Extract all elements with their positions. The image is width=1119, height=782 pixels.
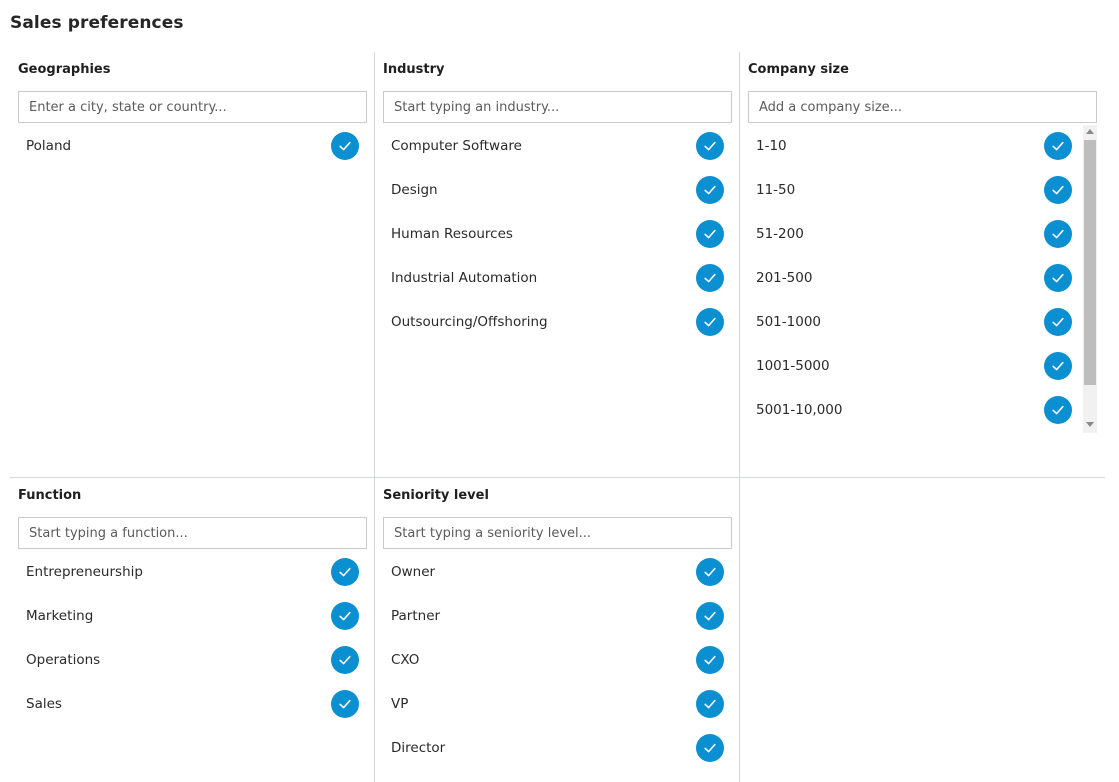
selected-check-icon[interactable]	[1044, 220, 1072, 248]
selected-check-icon[interactable]	[331, 602, 359, 630]
scrollbar-thumb[interactable]	[1084, 140, 1096, 385]
list-item[interactable]: Entrepreneurship	[18, 550, 367, 594]
geographies-list: Poland	[18, 124, 367, 168]
selected-check-icon[interactable]	[696, 308, 724, 336]
list-item-label: 501-1000	[756, 314, 821, 330]
list-item-label: Sales	[26, 696, 62, 712]
list-item-label: 1001-5000	[756, 358, 830, 374]
list-item-label: Owner	[391, 564, 436, 580]
selected-check-icon[interactable]	[696, 734, 724, 762]
seniority-list: Owner Partner CXO VP Director	[383, 550, 732, 770]
list-item[interactable]: 1001-5000	[748, 344, 1080, 388]
selected-check-icon[interactable]	[696, 176, 724, 204]
list-item[interactable]: 501-1000	[748, 300, 1080, 344]
industry-panel: Industry Computer Software Design Human Re…	[375, 52, 739, 477]
list-item-label: Director	[391, 740, 446, 756]
list-item-label: Operations	[26, 652, 101, 668]
list-item[interactable]: Partner	[383, 594, 732, 638]
selected-check-icon[interactable]	[1044, 176, 1072, 204]
list-item[interactable]: Design	[383, 168, 732, 212]
list-item-label: Entrepreneurship	[26, 564, 143, 580]
industry-title: Industry	[383, 62, 445, 77]
list-item[interactable]: 201-500	[748, 256, 1080, 300]
list-item[interactable]: Operations	[18, 638, 367, 682]
selected-check-icon[interactable]	[331, 646, 359, 674]
geographies-panel: Geographies Poland	[10, 52, 374, 477]
scroll-down-arrow-icon[interactable]	[1083, 418, 1097, 430]
list-item-label: Computer Software	[391, 138, 522, 154]
list-item-label: 11-50	[756, 182, 796, 198]
list-item[interactable]: 5001-10,000	[748, 388, 1080, 432]
selected-check-icon[interactable]	[1044, 396, 1072, 424]
list-item-label: Poland	[26, 138, 72, 154]
list-item[interactable]: CXO	[383, 638, 732, 682]
list-item[interactable]: VP	[383, 682, 732, 726]
list-item-label: 5001-10,000	[756, 402, 843, 418]
list-item-label: Partner	[391, 608, 441, 624]
list-item-label: 201-500	[756, 270, 813, 286]
preferences-grid: Geographies Poland Industry Computer Sof…	[10, 52, 1105, 782]
scroll-up-arrow-icon[interactable]	[1083, 125, 1097, 137]
seniority-search-input[interactable]	[383, 517, 732, 549]
company-size-scrollbar[interactable]	[1083, 125, 1097, 433]
company-size-panel: Company size 1-10 11-50 51-200 201-500 501-1…	[740, 52, 1105, 477]
selected-check-icon[interactable]	[1044, 308, 1072, 336]
function-title: Function	[18, 488, 82, 503]
selected-check-icon[interactable]	[696, 558, 724, 586]
function-search-input[interactable]	[18, 517, 367, 549]
list-item[interactable]: Computer Software	[383, 124, 732, 168]
list-item[interactable]: Industrial Automation	[383, 256, 732, 300]
page-title: Sales preferences	[10, 13, 184, 33]
list-item-label: CXO	[391, 652, 420, 668]
selected-check-icon[interactable]	[331, 132, 359, 160]
selected-check-icon[interactable]	[331, 558, 359, 586]
company-size-title: Company size	[748, 62, 849, 77]
list-item-label: Industrial Automation	[391, 270, 538, 286]
selected-check-icon[interactable]	[696, 132, 724, 160]
selected-check-icon[interactable]	[696, 602, 724, 630]
selected-check-icon[interactable]	[1044, 352, 1072, 380]
function-panel: Function Entrepreneurship Marketing Operat…	[10, 478, 374, 782]
selected-check-icon[interactable]	[1044, 264, 1072, 292]
list-item-label: 1-10	[756, 138, 787, 154]
seniority-title: Seniority level	[383, 488, 489, 503]
list-item[interactable]: Human Resources	[383, 212, 732, 256]
list-item-label: VP	[391, 696, 409, 712]
industry-list: Computer Software Design Human Resources In…	[383, 124, 732, 344]
industry-search-input[interactable]	[383, 91, 732, 123]
selected-check-icon[interactable]	[1044, 132, 1072, 160]
company-size-list: 1-10 11-50 51-200 201-500 501-1000 1001-5000 5…	[748, 124, 1080, 432]
list-item-label: Marketing	[26, 608, 94, 624]
list-item[interactable]: Director	[383, 726, 732, 770]
list-item-label: Design	[391, 182, 438, 198]
list-item-label: 51-200	[756, 226, 804, 242]
selected-check-icon[interactable]	[331, 690, 359, 718]
selected-check-icon[interactable]	[696, 220, 724, 248]
list-item-label: Human Resources	[391, 226, 513, 242]
selected-check-icon[interactable]	[696, 690, 724, 718]
function-list: Entrepreneurship Marketing Operations Sales	[18, 550, 367, 726]
list-item[interactable]: Sales	[18, 682, 367, 726]
list-item[interactable]: 11-50	[748, 168, 1080, 212]
selected-check-icon[interactable]	[696, 646, 724, 674]
company-size-search-input[interactable]	[748, 91, 1097, 123]
list-item-label: Outsourcing/Offshoring	[391, 314, 548, 330]
list-item[interactable]: Owner	[383, 550, 732, 594]
list-item[interactable]: Poland	[18, 124, 367, 168]
list-item[interactable]: 51-200	[748, 212, 1080, 256]
list-item[interactable]: Marketing	[18, 594, 367, 638]
list-item[interactable]: 1-10	[748, 124, 1080, 168]
list-item[interactable]: Outsourcing/Offshoring	[383, 300, 732, 344]
geographies-title: Geographies	[18, 62, 111, 77]
geographies-search-input[interactable]	[18, 91, 367, 123]
seniority-panel: Seniority level Owner Partner CXO VP Directo…	[375, 478, 739, 782]
selected-check-icon[interactable]	[696, 264, 724, 292]
